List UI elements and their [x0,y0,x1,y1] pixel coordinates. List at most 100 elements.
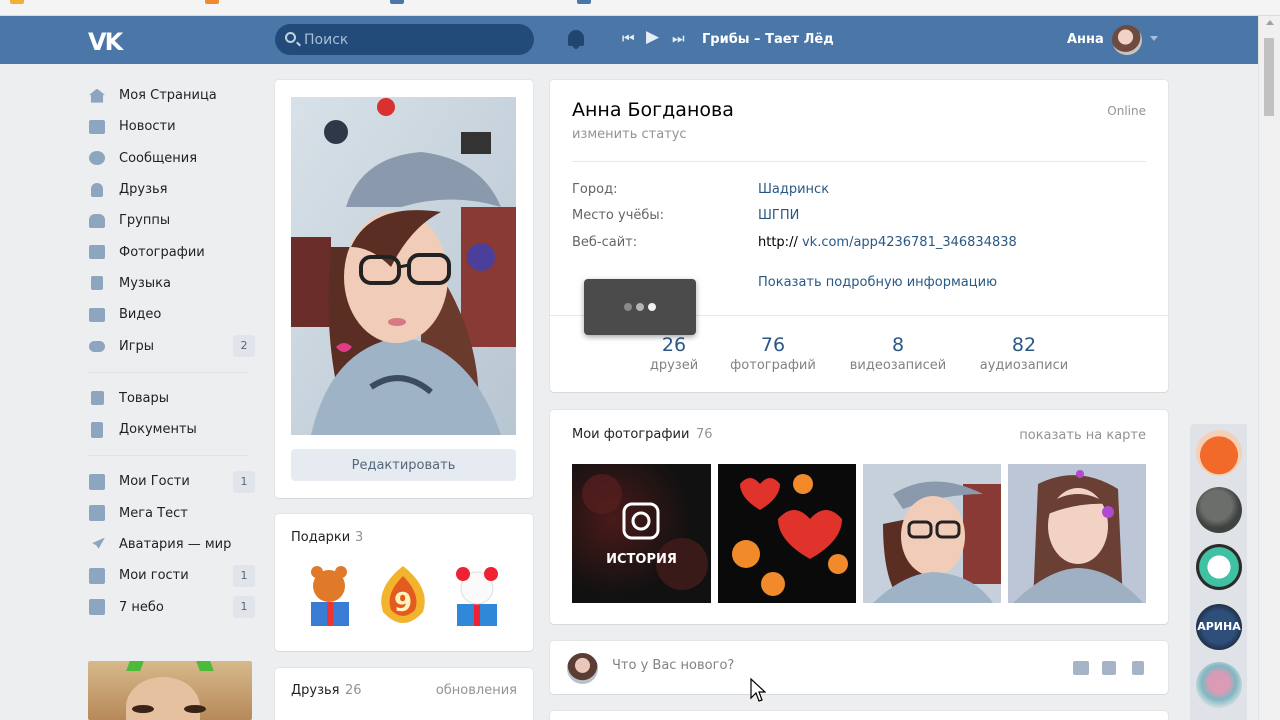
friend-avatar[interactable]: АРИНА [1196,604,1242,650]
gift-item[interactable]: 9 [371,564,435,630]
messages-icon [89,151,105,166]
photo-thumbnail[interactable] [863,464,1001,603]
menu-item-app-7-sky[interactable]: 7 небо 1 [88,591,258,622]
counter-videos[interactable]: 8 видеозаписей [842,333,954,375]
scroll-thumb[interactable] [1264,38,1274,116]
chevron-down-icon[interactable] [1150,36,1158,41]
composer-avatar[interactable] [567,653,598,684]
friend-avatar[interactable] [1196,662,1242,708]
friends-count: 26 [345,683,362,698]
previous-track-icon[interactable]: ⏮ [622,31,635,47]
loading-dot [624,303,632,311]
video-icon[interactable] [1102,661,1116,675]
menu-item-app-my-guests[interactable]: Мои Гости 1 [88,466,258,497]
now-playing-track[interactable]: Грибы – Тает Лёд [702,32,834,47]
menu-item-counter: 2 [233,335,255,358]
menu-item-app-avataria[interactable]: Аватария — мир [88,529,258,560]
vk-logo[interactable]: VK [88,28,123,56]
music-icon [91,276,103,291]
menu-item-messages[interactable]: Сообщения [88,143,258,174]
music-icon[interactable] [1132,661,1144,675]
search-input[interactable] [304,30,524,49]
camera-icon[interactable] [1073,661,1089,675]
new-post-input[interactable]: Что у Вас нового? [612,658,734,673]
page-scrollbar[interactable] [1258,16,1280,720]
friend-avatar[interactable] [1196,544,1242,590]
edit-profile-button[interactable]: Редактировать [291,449,516,481]
website-link[interactable]: http:// vk.com/app4236781_346834838 [758,235,1017,250]
friend-avatar[interactable] [1196,430,1242,476]
menu-item-app-mega-test[interactable]: Мега Тест [88,498,258,529]
menu-item-news[interactable]: Новости [88,111,258,142]
photo-thumbnail[interactable] [718,464,856,603]
show-on-map-link[interactable]: показать на карте [1019,428,1146,443]
gift-item[interactable] [445,564,509,630]
bell-icon[interactable] [568,30,584,49]
menu-item-documents[interactable]: Документы [88,414,258,445]
counter-label: аудиозаписи [979,358,1069,373]
story-thumbnail[interactable]: ИСТОРИЯ [572,464,711,603]
menu-item-goods[interactable]: Товары [88,383,258,414]
bookmark-icon[interactable] [205,0,219,4]
study-label: Место учёбы: [572,208,665,223]
friend-avatar[interactable] [1196,487,1242,533]
next-track-icon[interactable]: ⏭ [672,31,685,47]
menu-item-label: Сообщения [119,150,198,166]
show-details-link[interactable]: Показать подробную информацию [758,275,997,290]
menu-item-app-my-guests-2[interactable]: Мои гости 1 [88,560,258,591]
bookmark-icon[interactable] [577,0,591,4]
svg-text:9: 9 [394,588,412,618]
loading-indicator [584,279,696,335]
search-box[interactable] [275,24,534,55]
menu-item-label: Документы [119,422,197,438]
header-user-name[interactable]: Анна [1067,32,1104,47]
menu-separator [88,455,248,457]
my-photos-title[interactable]: Мои фотографии [572,427,689,442]
study-value[interactable]: ШГПИ [758,208,799,223]
friends-icon [91,182,103,197]
menu-item-label: Музыка [119,275,171,291]
counter-label: видеозаписей [849,358,947,373]
friends-card: Друзья 26 обновления [275,668,533,720]
menu-item-label: Аватария — мир [119,537,232,552]
menu-item-counter: 1 [233,564,255,587]
gift-bear-icon [311,566,349,626]
counter-audio[interactable]: 82 аудиозаписи [974,333,1074,375]
profile-photo-image [291,97,516,435]
ad-character-face [126,677,200,720]
photo-thumbnail[interactable] [1008,464,1146,603]
menu-item-my-page[interactable]: Моя Страница [88,80,258,111]
menu-item-label: Моя Страница [119,88,217,104]
post-composer: Что у Вас нового? [550,641,1168,694]
instagram-icon [622,502,660,540]
menu-item-photos[interactable]: Фотографии [88,236,258,267]
scroll-up-arrow-icon[interactable] [1266,20,1274,25]
city-label: Город: [572,182,618,197]
menu-item-label: Друзья [119,182,168,198]
header-avatar[interactable] [1112,25,1142,55]
menu-item-music[interactable]: Музыка [88,268,258,299]
counter-photos[interactable]: 76 фотографий [726,333,820,375]
bookmark-icon[interactable] [10,0,24,4]
profile-photo[interactable] [291,97,516,435]
menu-item-games[interactable]: Игры 2 [88,330,258,361]
counter-number: 76 [760,334,786,356]
menu-item-groups[interactable]: Группы [88,205,258,236]
photo-portrait-image [1013,470,1143,603]
city-value[interactable]: Шадринск [758,182,829,197]
app-grid-icon [89,505,105,522]
play-icon[interactable]: ▶ [646,29,659,46]
change-status-link[interactable]: изменить статус [572,127,687,142]
menu-item-friends[interactable]: Друзья [88,174,258,205]
gifts-title[interactable]: Подарки [291,530,350,545]
menu-ad-avatar-banner[interactable] [88,661,252,720]
rocket-icon [92,537,105,549]
friends-updates-link[interactable]: обновления [436,683,517,698]
menu-item-video[interactable]: Видео [88,299,258,330]
profile-info-card: Анна Богданова Online изменить статус Го… [550,80,1168,392]
gift-item[interactable] [297,564,361,630]
bookmark-icon[interactable] [390,0,404,4]
counter-friends[interactable]: 26 друзей [640,333,708,375]
friends-title[interactable]: Друзья [291,683,340,698]
browser-bookmarks-bar [0,0,1280,16]
